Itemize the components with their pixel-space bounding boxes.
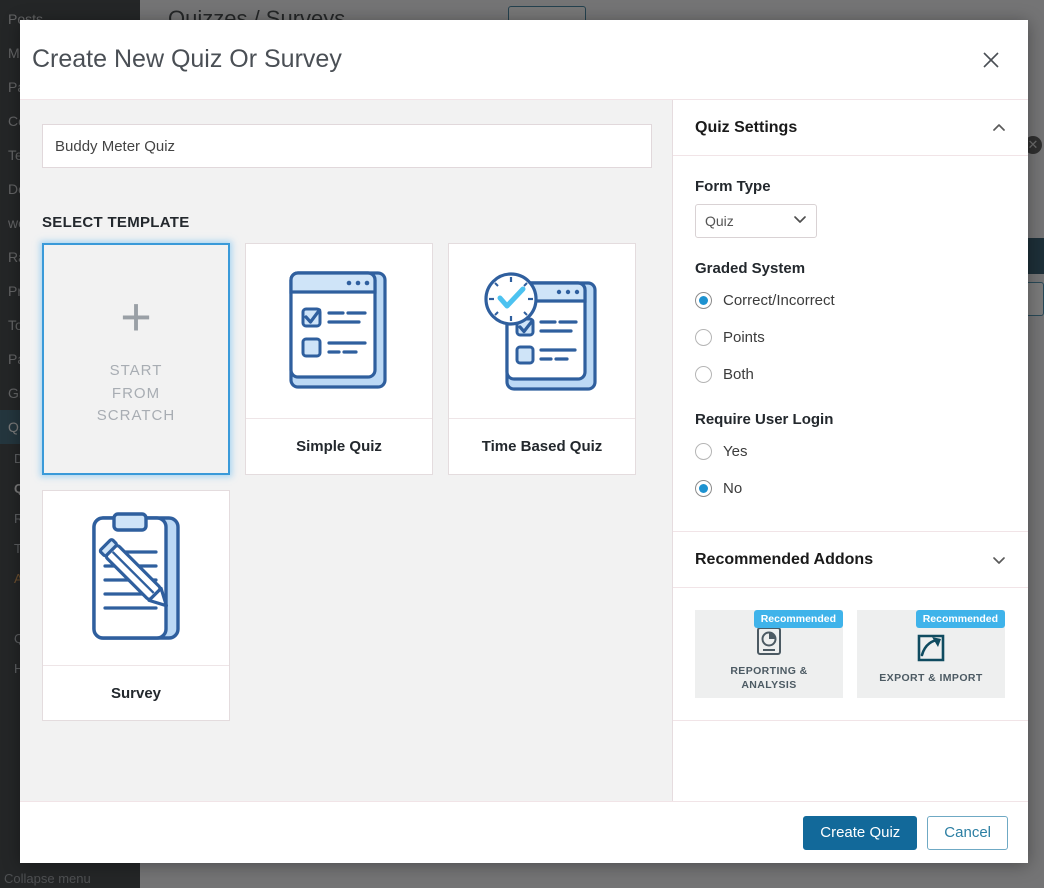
form-type-value: Quiz	[705, 213, 793, 229]
addon-card-label: REPORTING & ANALYSIS	[730, 665, 807, 691]
template-card-time-based-quiz[interactable]: Time Based Quiz	[448, 243, 636, 475]
browser-checklist-icon	[246, 244, 432, 419]
radio-points[interactable]: Points	[695, 323, 1006, 352]
radio-icon	[695, 292, 712, 309]
form-type-label: Form Type	[695, 178, 1006, 195]
template-card-simple-quiz[interactable]: Simple Quiz	[245, 243, 433, 475]
clipboard-pencil-icon	[43, 491, 229, 666]
form-type-select[interactable]: Quiz	[695, 204, 817, 238]
radio-icon	[695, 480, 712, 497]
recommended-badge: Recommended	[754, 610, 843, 628]
quiz-settings-title: Quiz Settings	[695, 119, 992, 137]
addon-card-export-import[interactable]: Recommended EXPORT & IMPORT	[857, 610, 1005, 698]
cancel-button[interactable]: Cancel	[927, 816, 1008, 850]
plus-icon: +	[120, 290, 152, 344]
quiz-settings-accordion-header[interactable]: Quiz Settings	[673, 100, 1028, 156]
modal-header: Create New Quiz Or Survey	[20, 20, 1028, 100]
radio-label: Points	[723, 329, 765, 346]
radio-label: Both	[723, 366, 754, 383]
chevron-up-icon	[992, 121, 1006, 135]
radio-label: No	[723, 480, 742, 497]
template-grid: + START FROM SCRATCH	[42, 243, 662, 721]
radio-icon	[695, 329, 712, 346]
quiz-name-input[interactable]	[42, 124, 652, 168]
page-title: Create New Quiz Or Survey	[32, 45, 974, 74]
quiz-settings-body: Form Type Quiz Graded System Correct/Inc…	[673, 156, 1028, 532]
require-user-login-group: Require User Login Yes No	[695, 411, 1006, 503]
template-card-label: Survey	[43, 666, 229, 720]
modal-footer: Create Quiz Cancel	[20, 801, 1028, 863]
recommended-addons-title: Recommended Addons	[695, 551, 992, 569]
graded-system-group: Graded System Correct/Incorrect Points B…	[695, 260, 1006, 389]
recommended-addons-body: Recommended REPORTING & ANALYSIS	[673, 588, 1028, 720]
template-card-label: Time Based Quiz	[449, 419, 635, 473]
template-card-start-from-scratch[interactable]: + START FROM SCRATCH	[42, 243, 230, 475]
create-quiz-button[interactable]: Create Quiz	[803, 816, 917, 850]
settings-pane: Quiz Settings Form Type Quiz	[673, 100, 1028, 801]
radio-login-no[interactable]: No	[695, 474, 1006, 503]
template-card-label: START FROM SCRATCH	[97, 360, 175, 428]
template-card-survey[interactable]: Survey	[42, 490, 230, 721]
radio-login-yes[interactable]: Yes	[695, 437, 1006, 466]
radio-icon	[695, 443, 712, 460]
settings-pane-spacer	[673, 720, 1028, 801]
radio-both[interactable]: Both	[695, 360, 1006, 389]
recommended-addons-accordion-header[interactable]: Recommended Addons	[673, 532, 1028, 588]
chevron-down-icon	[793, 212, 807, 231]
select-template-label: SELECT TEMPLATE	[42, 214, 650, 231]
addon-card-reporting-analysis[interactable]: Recommended REPORTING & ANALYSIS	[695, 610, 843, 698]
require-user-login-label: Require User Login	[695, 411, 1006, 428]
chevron-down-icon	[992, 553, 1006, 567]
modal-body: SELECT TEMPLATE + START FROM SCRATCH	[20, 100, 1028, 801]
radio-label: Correct/Incorrect	[723, 292, 835, 309]
export-import-icon	[916, 633, 946, 668]
report-chart-icon	[756, 626, 782, 661]
create-quiz-modal: Create New Quiz Or Survey SELECT TEMPLAT…	[20, 20, 1028, 863]
graded-system-label: Graded System	[695, 260, 1006, 277]
recommended-badge: Recommended	[916, 610, 1005, 628]
radio-icon	[695, 366, 712, 383]
template-card-label: Simple Quiz	[246, 419, 432, 473]
radio-correct-incorrect[interactable]: Correct/Incorrect	[695, 286, 1006, 315]
addon-card-label: EXPORT & IMPORT	[879, 672, 982, 685]
close-icon[interactable]	[974, 43, 1008, 77]
radio-label: Yes	[723, 443, 747, 460]
template-pane: SELECT TEMPLATE + START FROM SCRATCH	[20, 100, 673, 801]
clock-browser-checklist-icon	[449, 244, 635, 419]
